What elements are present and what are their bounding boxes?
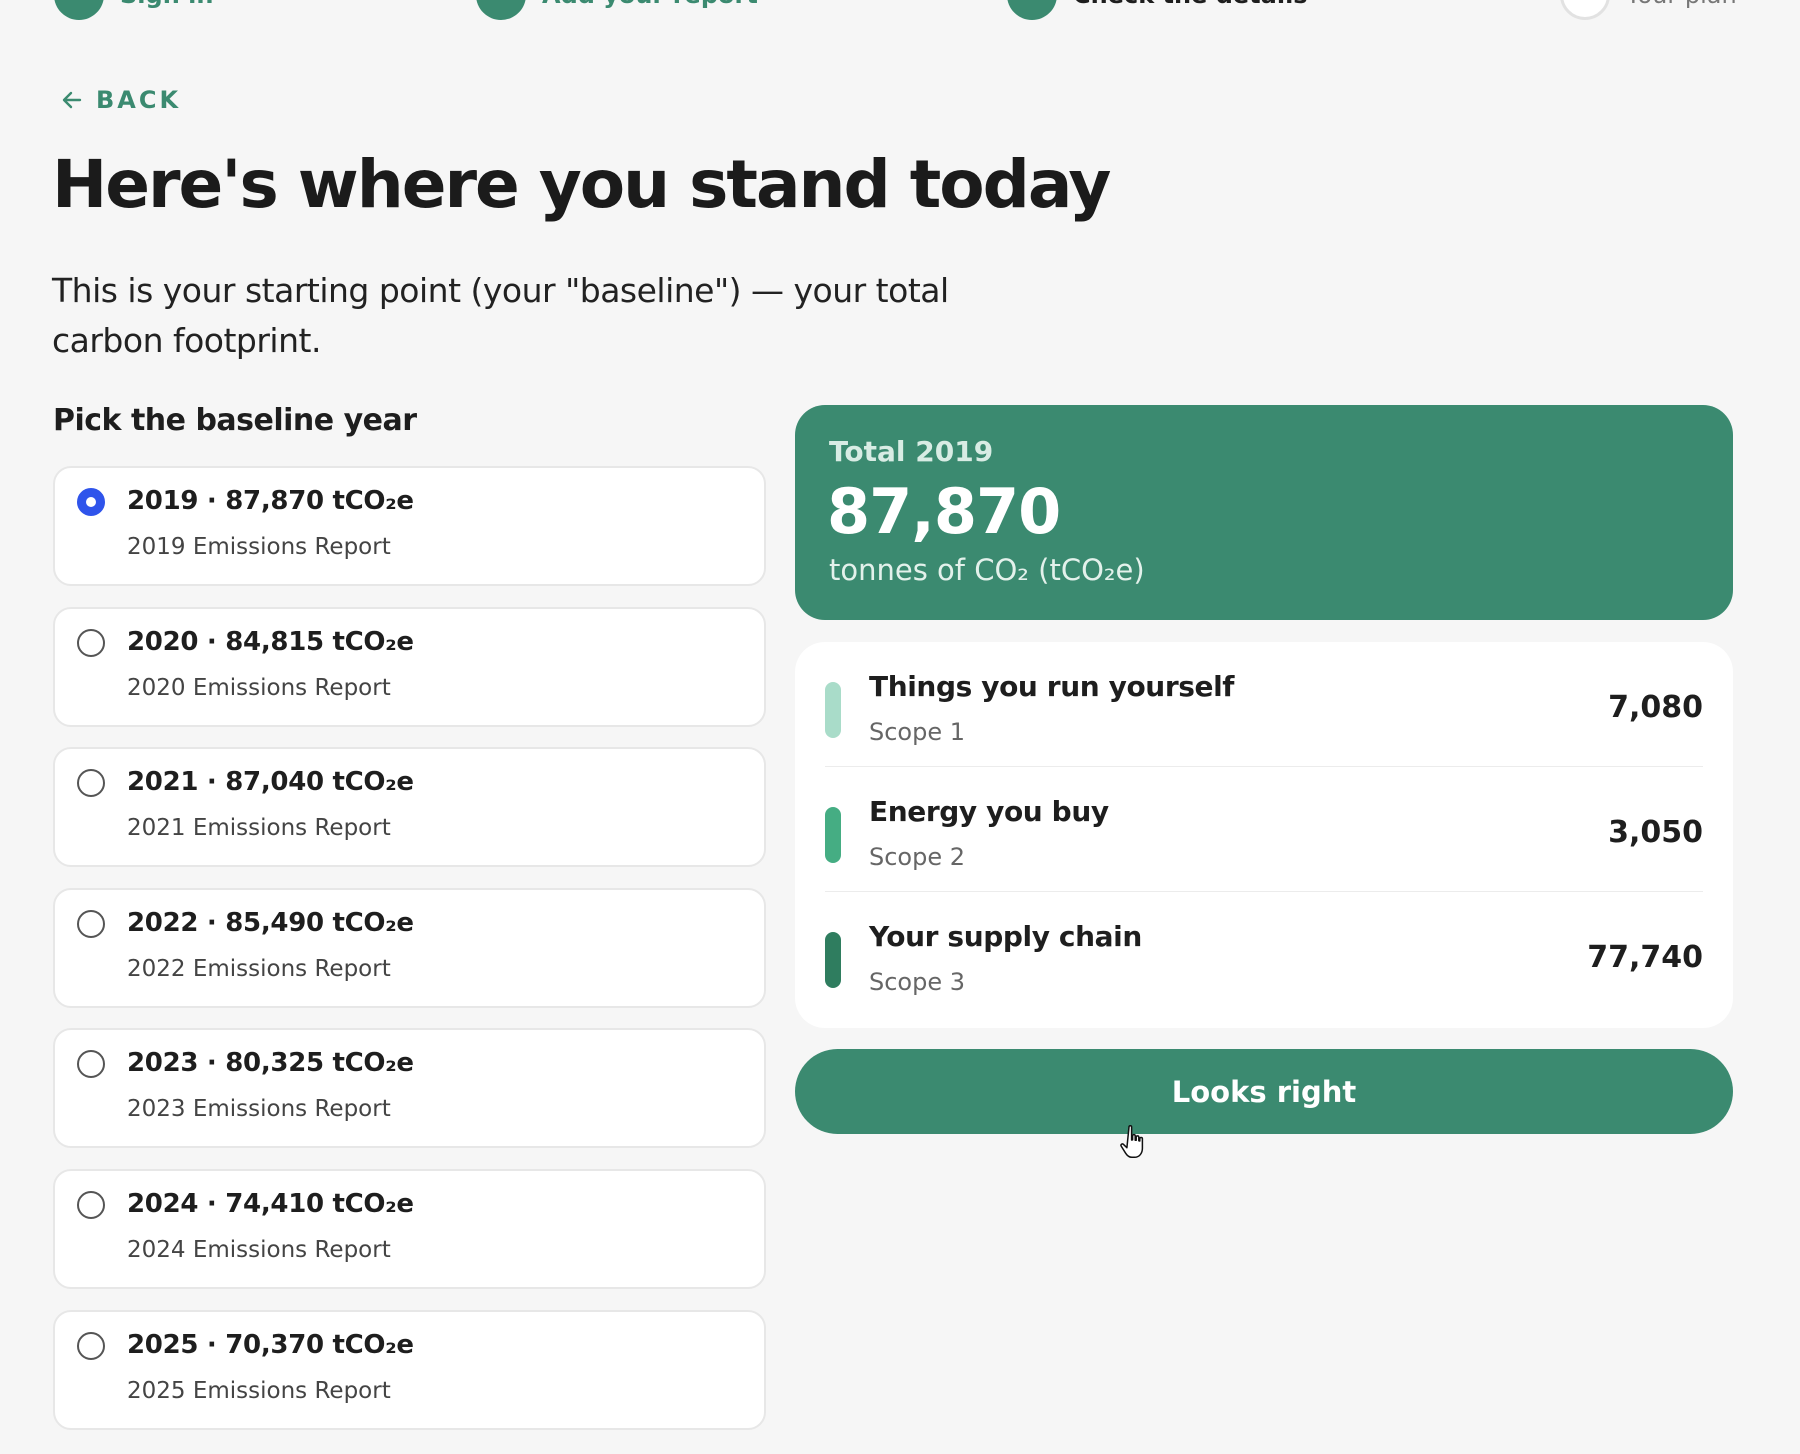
year-option-title: 2023 · 80,325 tCO₂e <box>127 1048 414 1079</box>
intro-text: This is your starting point (your "basel… <box>52 271 949 360</box>
scope-label: Scope 2 <box>869 843 966 871</box>
step-label: Your plan <box>1626 0 1737 9</box>
back-label: BACK <box>96 86 182 114</box>
year-option-2019[interactable]: 2019 · 87,870 tCO₂e 2019 Emissions Repor… <box>53 466 766 586</box>
year-option-2025[interactable]: 2025 · 70,370 tCO₂e 2025 Emissions Repor… <box>53 1309 766 1430</box>
progress-stepper: Sign in Add your report Check the detail… <box>0 0 1800 22</box>
year-option-subtitle: 2020 Emissions Report <box>127 674 391 701</box>
step-pending-icon <box>1560 0 1610 20</box>
scope-color-bar <box>825 807 841 863</box>
year-option-title: 2022 · 85,490 tCO₂e <box>127 907 414 938</box>
year-option-title: 2020 · 84,815 tCO₂e <box>127 626 414 657</box>
radio-icon[interactable] <box>77 909 105 938</box>
scope-value: 7,080 <box>1608 690 1703 725</box>
year-option-title: 2021 · 87,040 tCO₂e <box>127 767 414 798</box>
step-your-plan: Your plan <box>1560 0 1737 20</box>
scope-label: Scope 3 <box>869 968 966 996</box>
baseline-year-list: 2019 · 87,870 tCO₂e 2019 Emissions Repor… <box>53 466 766 1450</box>
scope-value: 3,050 <box>1608 815 1703 850</box>
step-check-details: Check the details <box>1007 0 1308 20</box>
step-complete-icon <box>476 0 526 20</box>
step-current-icon <box>1007 0 1057 20</box>
looks-right-button[interactable]: Looks right <box>795 1049 1733 1134</box>
year-option-2020[interactable]: 2020 · 84,815 tCO₂e 2020 Emissions Repor… <box>53 606 766 727</box>
scope-row-1: Things you run yourself Scope 1 7,080 <box>825 642 1703 767</box>
scope-name: Your supply chain <box>869 920 1142 953</box>
total-emissions-card: Total 2019 87,870 tonnes of CO₂ (tCO₂e) <box>795 405 1733 620</box>
year-option-subtitle: 2019 Emissions Report <box>127 534 391 560</box>
radio-selected-icon[interactable] <box>77 488 105 516</box>
total-label: Total 2019 <box>829 435 994 468</box>
step-sign-in: Sign in <box>54 0 213 20</box>
year-option-subtitle: 2024 Emissions Report <box>127 1236 391 1263</box>
radio-icon[interactable] <box>77 1190 105 1219</box>
page-title: Here's where you stand today <box>52 146 1111 223</box>
year-option-subtitle: 2023 Emissions Report <box>127 1096 391 1123</box>
scope-label: Scope 1 <box>869 718 966 746</box>
radio-icon[interactable] <box>77 1331 105 1360</box>
scope-row-3: Your supply chain Scope 3 77,740 <box>825 892 1703 1017</box>
scope-row-2: Energy you buy Scope 2 3,050 <box>825 767 1703 892</box>
back-link[interactable]: BACK <box>60 86 181 114</box>
step-label: Sign in <box>120 0 213 9</box>
scope-name: Energy you buy <box>869 795 1109 828</box>
year-option-2021[interactable]: 2021 · 87,040 tCO₂e 2021 Emissions Repor… <box>53 747 766 868</box>
total-value: 87,870 <box>827 475 1061 548</box>
step-add-report: Add your report <box>476 0 758 20</box>
step-label: Check the details <box>1073 0 1308 9</box>
year-option-title: 2019 · 87,870 tCO₂e <box>127 486 414 516</box>
baseline-heading: Pick the baseline year <box>53 403 417 438</box>
year-option-title: 2024 · 74,410 tCO₂e <box>127 1188 414 1219</box>
year-option-subtitle: 2025 Emissions Report <box>127 1377 391 1404</box>
scope-value: 77,740 <box>1587 940 1703 975</box>
total-unit: tonnes of CO₂ (tCO₂e) <box>829 553 1145 587</box>
scope-color-bar <box>825 932 841 988</box>
radio-icon[interactable] <box>77 628 105 657</box>
arrow-left-icon <box>62 91 82 109</box>
year-option-2023[interactable]: 2023 · 80,325 tCO₂e 2023 Emissions Repor… <box>53 1028 766 1149</box>
scope-name: Things you run yourself <box>869 670 1235 703</box>
radio-icon[interactable] <box>77 769 105 798</box>
year-option-subtitle: 2021 Emissions Report <box>127 815 391 842</box>
step-label: Add your report <box>542 0 758 9</box>
scope-breakdown-card: Things you run yourself Scope 1 7,080 En… <box>795 642 1733 1028</box>
year-option-title: 2025 · 70,370 tCO₂e <box>127 1329 414 1360</box>
year-option-2024[interactable]: 2024 · 74,410 tCO₂e 2024 Emissions Repor… <box>53 1168 766 1289</box>
year-option-2022[interactable]: 2022 · 85,490 tCO₂e 2022 Emissions Repor… <box>53 887 766 1008</box>
scope-color-bar <box>825 682 841 738</box>
radio-icon[interactable] <box>77 1050 105 1079</box>
year-option-subtitle: 2022 Emissions Report <box>127 955 391 982</box>
step-complete-icon <box>54 0 104 20</box>
